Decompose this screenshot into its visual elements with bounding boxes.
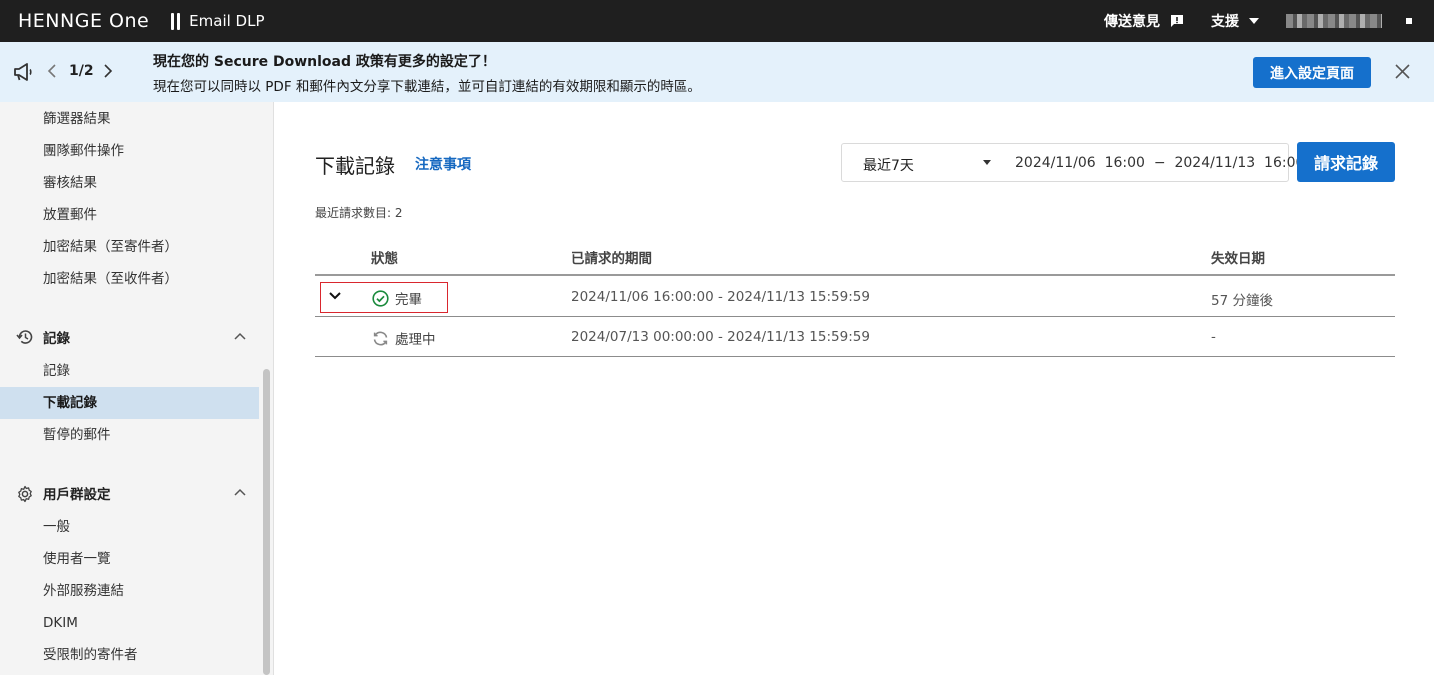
- status-label: 完畢: [395, 292, 422, 308]
- feedback-icon: [1171, 15, 1183, 27]
- close-icon[interactable]: [1395, 64, 1410, 79]
- product-divider-icon: [171, 12, 181, 30]
- table-cell-expiry: 57 分鐘後: [1211, 293, 1273, 309]
- column-header-expiry: 失效日期: [1211, 251, 1265, 267]
- notice-link[interactable]: 注意事項: [415, 154, 471, 174]
- table-header-divider: [315, 274, 1395, 276]
- sidebar-item-general[interactable]: 一般: [0, 511, 259, 543]
- request-logs-button[interactable]: 請求記錄: [1297, 142, 1395, 182]
- sidebar-item-external-services[interactable]: 外部服務連結: [0, 575, 259, 607]
- banner-page-indicator: 1/2: [69, 63, 94, 79]
- sidebar-item-filter-results[interactable]: 篩選器結果: [0, 103, 259, 135]
- sidebar-item-logs[interactable]: 記錄: [0, 355, 259, 387]
- table-row-divider: [315, 356, 1395, 357]
- caret-down-icon[interactable]: [983, 160, 991, 165]
- sidebar-scrollbar-thumb[interactable]: [263, 369, 270, 675]
- table-row-status: 處理中: [372, 328, 436, 348]
- table-cell-expiry: -: [1211, 329, 1216, 345]
- sidebar-item-encrypt-to-recipient[interactable]: 加密結果（至收件者）: [0, 263, 259, 295]
- recent-request-count: 最近請求數目: 2: [315, 206, 403, 220]
- table-row-divider: [315, 316, 1395, 317]
- product-name: Email DLP: [189, 12, 265, 30]
- history-icon: [16, 330, 33, 344]
- page-title: 下載記錄: [315, 154, 395, 178]
- megaphone-icon: [14, 63, 32, 81]
- sidebar-item-restricted-senders[interactable]: 受限制的寄件者: [0, 639, 259, 671]
- range-preset-select[interactable]: 最近7天: [863, 155, 914, 175]
- column-header-period: 已請求的期間: [571, 251, 652, 267]
- sidebar-item-dkim[interactable]: DKIM: [0, 607, 259, 639]
- gear-icon: [18, 485, 32, 503]
- chevron-up-icon[interactable]: [234, 332, 246, 340]
- date-range-picker[interactable]: 最近7天 2024/11/06 16:00 − 2024/11/13 16:00: [841, 143, 1304, 182]
- sidebar-section-group-settings-label: 用戶群設定: [43, 487, 111, 503]
- banner-title: 現在您的 Secure Download 政策有更多的設定了！: [153, 54, 496, 70]
- sidebar-item-paused-mail[interactable]: 暫停的郵件: [0, 419, 259, 451]
- sidebar-item-review-results[interactable]: 審核結果: [0, 167, 259, 199]
- date-range-value[interactable]: 2024/11/06 16:00 − 2024/11/13 16:00: [1015, 155, 1304, 171]
- support-label: 支援: [1211, 14, 1239, 30]
- sidebar-item-team-mail-actions[interactable]: 團隊郵件操作: [0, 135, 259, 167]
- sidebar-section-logs[interactable]: 記錄: [0, 321, 259, 353]
- announcement-banner: 1/2 現在您的 Secure Download 政策有更多的設定了！ 現在您可…: [0, 42, 1434, 102]
- banner-description: 現在您可以同時以 PDF 和郵件內文分享下載連結，並可自訂連結的有效期限和顯示的…: [153, 79, 701, 95]
- column-header-status: 狀態: [371, 251, 398, 267]
- table-row-status: 完畢: [372, 288, 422, 308]
- table-cell-period: 2024/07/13 00:00:00 - 2024/11/13 15:59:5…: [571, 329, 870, 345]
- status-label: 處理中: [395, 332, 436, 348]
- caret-down-icon: [1249, 18, 1259, 24]
- user-menu-icon[interactable]: [1406, 18, 1412, 24]
- expand-row-chevron-icon[interactable]: [328, 290, 342, 302]
- sidebar-section-logs-label: 記錄: [43, 331, 70, 347]
- go-to-settings-button[interactable]: 進入設定頁面: [1253, 57, 1371, 88]
- check-circle-icon: [372, 289, 389, 307]
- chevron-up-icon[interactable]: [234, 488, 246, 496]
- sidebar: 篩選器結果 團隊郵件操作 審核結果 放置郵件 加密結果（至寄件者） 加密結果（至…: [0, 102, 274, 675]
- table-cell-period: 2024/11/06 16:00:00 - 2024/11/13 15:59:5…: [571, 289, 870, 305]
- sidebar-item-download-logs[interactable]: 下載記錄: [0, 387, 259, 419]
- sidebar-item-encrypt-to-sender[interactable]: 加密結果（至寄件者）: [0, 231, 259, 263]
- sidebar-item-held-mail[interactable]: 放置郵件: [0, 199, 259, 231]
- chevron-left-icon[interactable]: [47, 64, 57, 78]
- brand-logo[interactable]: HENNGE One: [18, 10, 149, 32]
- sidebar-item-user-list[interactable]: 使用者一覽: [0, 543, 259, 575]
- support-menu[interactable]: 支援: [1211, 11, 1260, 31]
- sidebar-section-group-settings[interactable]: 用戶群設定: [0, 477, 259, 509]
- feedback-link[interactable]: 傳送意見: [1104, 11, 1185, 31]
- user-name-redacted[interactable]: [1286, 14, 1382, 28]
- feedback-label: 傳送意見: [1104, 14, 1160, 30]
- loading-icon: [373, 331, 388, 345]
- chevron-right-icon[interactable]: [103, 64, 113, 78]
- top-bar: HENNGE One Email DLP 傳送意見 支援: [0, 0, 1434, 42]
